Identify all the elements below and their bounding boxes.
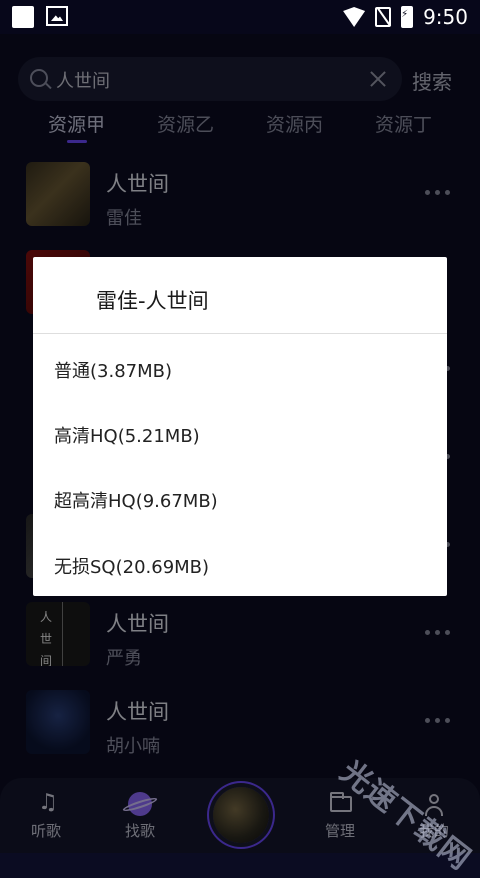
wifi-icon xyxy=(343,7,366,27)
status-bar: 9:50 xyxy=(0,0,480,34)
notification-square-icon xyxy=(12,6,34,28)
image-notification-icon xyxy=(46,6,68,26)
quality-option-normal[interactable]: 普通(3.87MB) xyxy=(54,357,172,383)
no-sim-icon xyxy=(375,7,392,27)
quality-option-lossless[interactable]: 无损SQ(20.69MB) xyxy=(54,553,209,579)
quality-dialog: 雷佳-人世间 普通(3.87MB) 高清HQ(5.21MB) 超高清HQ(9.6… xyxy=(33,257,447,596)
dialog-divider xyxy=(33,333,447,334)
status-time: 9:50 xyxy=(423,5,468,29)
quality-option-hq[interactable]: 高清HQ(5.21MB) xyxy=(54,422,200,448)
quality-option-super-hq[interactable]: 超高清HQ(9.67MB) xyxy=(54,487,218,513)
battery-charging-icon xyxy=(401,6,414,28)
dialog-title: 雷佳-人世间 xyxy=(96,289,209,313)
